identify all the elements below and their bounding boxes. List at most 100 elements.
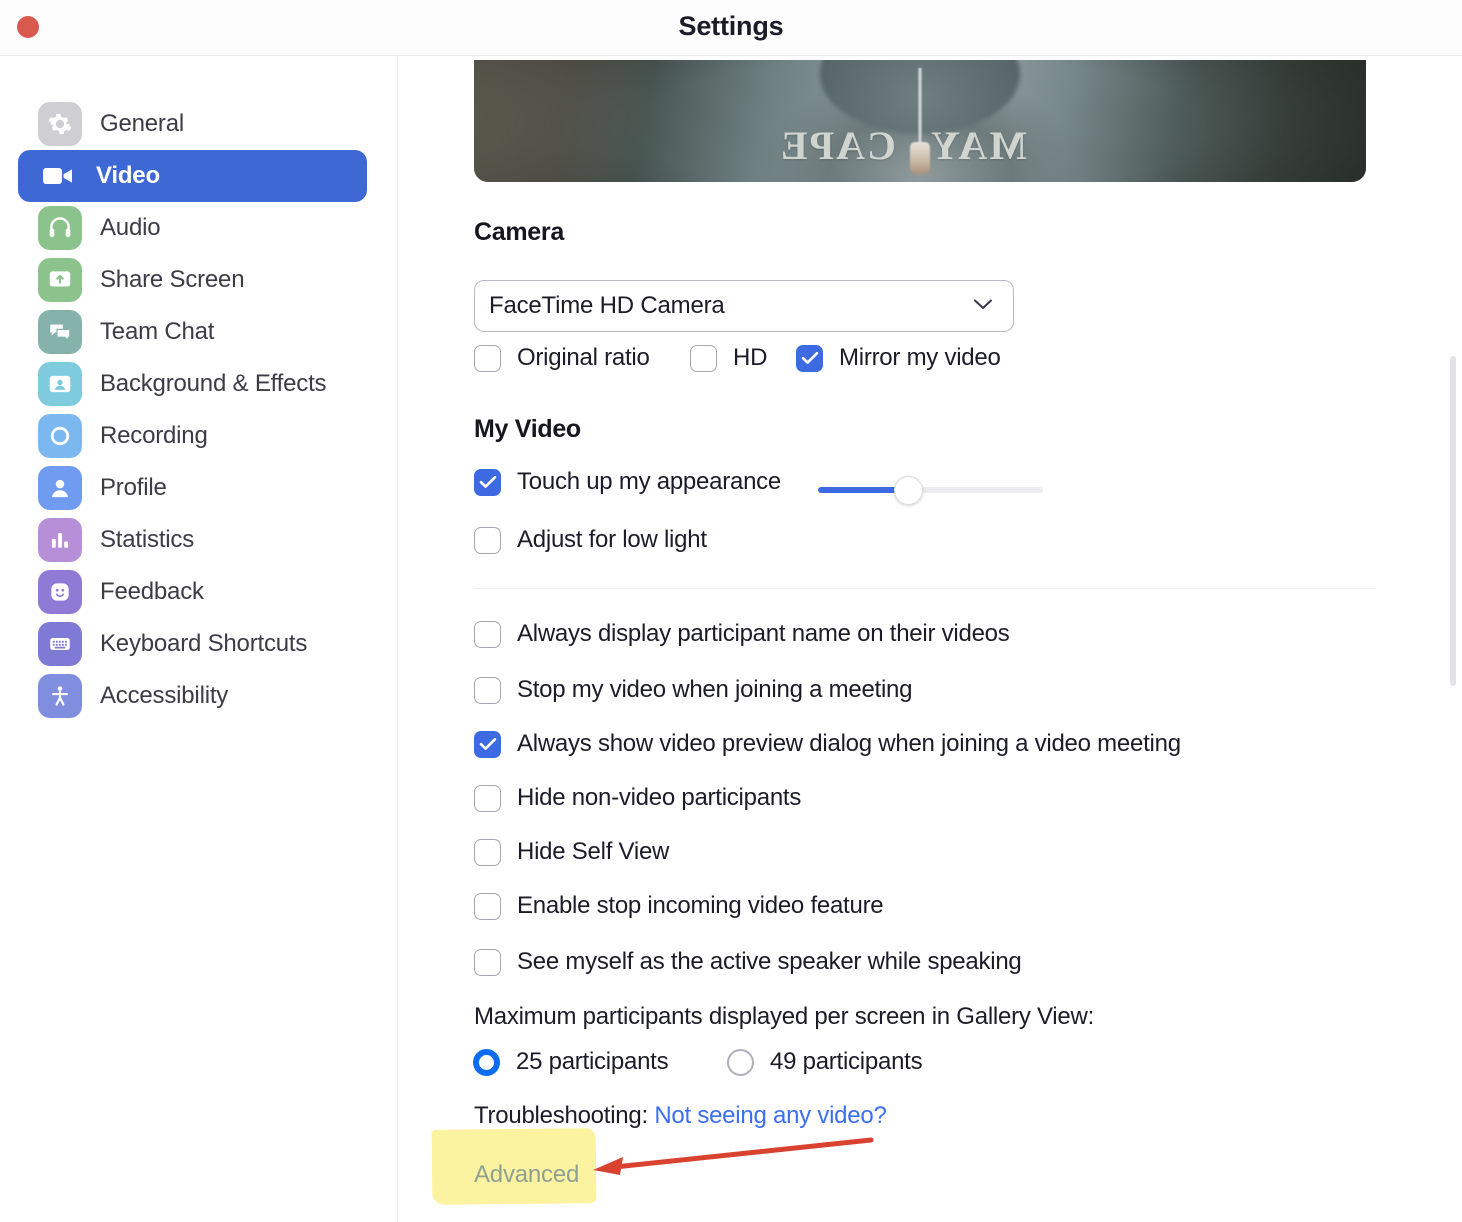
gallery-view-label: Maximum participants displayed per scree… xyxy=(474,1003,1094,1030)
checkbox-box[interactable] xyxy=(474,526,501,554)
sidebar-item-label: Profile xyxy=(100,474,167,501)
title-bar: Settings xyxy=(0,0,1462,56)
sidebar-item-feedback[interactable]: Feedback xyxy=(18,566,367,618)
gear-icon xyxy=(38,102,82,146)
checkbox-label: Touch up my appearance xyxy=(517,468,782,495)
checkbox-stop-video-joining[interactable]: Stop my video when joining a meeting xyxy=(474,676,913,704)
sidebar-item-share-screen[interactable]: Share Screen xyxy=(18,254,367,306)
sidebar-item-background-effects[interactable]: Background & Effects xyxy=(18,358,367,410)
sidebar-item-label: Team Chat xyxy=(100,318,215,345)
checkbox-label: HD xyxy=(733,344,768,371)
section-divider xyxy=(474,588,1375,589)
checkbox-original-ratio[interactable]: Original ratio xyxy=(474,344,650,372)
checkbox-hide-self-view[interactable]: Hide Self View xyxy=(474,838,669,866)
camera-select[interactable]: FaceTime HD Camera xyxy=(474,280,1014,332)
checkbox-label: Always display participant name on their… xyxy=(517,620,1010,647)
person-icon xyxy=(38,466,82,510)
video-self-preview: CAPE MAY xyxy=(474,60,1366,182)
radio-button[interactable] xyxy=(727,1048,754,1076)
checkbox-label: Original ratio xyxy=(517,344,650,371)
panel-scrollbar[interactable] xyxy=(1450,56,1456,1222)
radio-label: 25 participants xyxy=(516,1048,669,1075)
sidebar-item-label: Video xyxy=(96,162,160,189)
sidebar-item-keyboard-shortcuts[interactable]: Keyboard Shortcuts xyxy=(18,618,367,670)
checkbox-enable-stop-incoming-video[interactable]: Enable stop incoming video feature xyxy=(474,892,884,920)
window-title: Settings xyxy=(678,11,784,41)
troubleshooting-label: Troubleshooting: xyxy=(474,1102,648,1129)
chat-bubbles-icon xyxy=(38,310,82,354)
checkbox-box[interactable] xyxy=(474,344,501,372)
settings-sidebar: General Video Audio Share Screen Team Ch xyxy=(0,56,398,1222)
advanced-button[interactable]: Advanced xyxy=(474,1161,579,1189)
sidebar-item-label: Recording xyxy=(100,422,208,449)
record-circle-icon xyxy=(38,414,82,458)
sidebar-item-general[interactable]: General xyxy=(18,98,367,150)
sidebar-item-team-chat[interactable]: Team Chat xyxy=(18,306,367,358)
headphones-icon xyxy=(38,206,82,250)
sidebar-item-profile[interactable]: Profile xyxy=(18,462,367,514)
video-camera-icon xyxy=(38,154,78,198)
checkbox-box[interactable] xyxy=(474,676,501,704)
chevron-down-icon xyxy=(973,298,993,316)
checkbox-box[interactable] xyxy=(474,892,501,920)
sidebar-item-label: Audio xyxy=(100,214,161,241)
share-screen-icon xyxy=(38,258,82,302)
checkbox-box[interactable] xyxy=(690,344,717,372)
checkbox-label: See myself as the active speaker while s… xyxy=(517,948,1022,975)
checkbox-box[interactable] xyxy=(474,468,501,496)
checkbox-hd[interactable]: HD xyxy=(690,344,767,372)
preview-vignette xyxy=(474,60,1366,182)
checkbox-label: Hide Self View xyxy=(517,838,670,865)
checkbox-box[interactable] xyxy=(474,784,501,812)
sidebar-item-accessibility[interactable]: Accessibility xyxy=(18,670,367,722)
smiley-icon xyxy=(38,570,82,614)
checkbox-label: Hide non-video participants xyxy=(517,784,802,811)
sidebar-item-audio[interactable]: Audio xyxy=(18,202,367,254)
settings-window: Settings General Video Audio Share Scree… xyxy=(0,0,1462,1222)
camera-heading: Camera xyxy=(474,218,564,246)
touch-up-slider[interactable] xyxy=(818,476,1043,505)
keyboard-icon xyxy=(38,622,82,666)
radio-button[interactable] xyxy=(473,1048,500,1076)
checkbox-touch-up-appearance[interactable]: Touch up my appearance xyxy=(474,468,781,496)
video-settings-panel: CAPE MAY Camera FaceTime HD Camera Origi… xyxy=(399,56,1462,1222)
annotation-arrow xyxy=(593,1137,874,1175)
checkbox-hide-non-video-participants[interactable]: Hide non-video participants xyxy=(474,784,801,812)
checkbox-box[interactable] xyxy=(796,344,823,372)
sidebar-item-label: Accessibility xyxy=(100,682,229,709)
checkbox-label: Stop my video when joining a meeting xyxy=(517,676,913,703)
checkbox-box[interactable] xyxy=(474,948,501,976)
sidebar-item-recording[interactable]: Recording xyxy=(18,410,367,462)
checkbox-always-display-name[interactable]: Always display participant name on their… xyxy=(474,620,1010,648)
slider-thumb[interactable] xyxy=(894,476,923,505)
checkbox-label: Mirror my video xyxy=(839,344,1001,371)
not-seeing-video-link[interactable]: Not seeing any video? xyxy=(654,1102,887,1129)
radio-label: 49 participants xyxy=(770,1048,923,1075)
checkbox-label: Enable stop incoming video feature xyxy=(517,892,884,919)
sidebar-item-label: Feedback xyxy=(100,578,204,605)
checkbox-box[interactable] xyxy=(474,838,501,866)
sidebar-item-statistics[interactable]: Statistics xyxy=(18,514,367,566)
sidebar-item-label: General xyxy=(100,110,184,137)
bar-chart-icon xyxy=(38,518,82,562)
scrollbar-thumb[interactable] xyxy=(1450,356,1456,686)
checkbox-label: Adjust for low light xyxy=(517,526,707,553)
sidebar-item-label: Statistics xyxy=(100,526,195,553)
checkbox-see-myself-active-speaker[interactable]: See myself as the active speaker while s… xyxy=(474,948,1022,976)
checkbox-box[interactable] xyxy=(474,620,501,648)
accessibility-icon xyxy=(38,674,82,718)
checkbox-always-show-preview[interactable]: Always show video preview dialog when jo… xyxy=(474,730,1181,758)
checkbox-box[interactable] xyxy=(474,730,501,758)
checkbox-adjust-low-light[interactable]: Adjust for low light xyxy=(474,526,707,554)
radio-49-participants[interactable]: 49 participants xyxy=(727,1048,923,1076)
sidebar-item-label: Keyboard Shortcuts xyxy=(100,630,308,657)
sidebar-item-video[interactable]: Video xyxy=(18,150,367,202)
checkbox-label: Always show video preview dialog when jo… xyxy=(517,730,1181,757)
troubleshooting-row: Troubleshooting: Not seeing any video? xyxy=(474,1102,887,1130)
camera-select-value: FaceTime HD Camera xyxy=(489,292,725,319)
sidebar-item-label: Share Screen xyxy=(100,266,245,293)
radio-25-participants[interactable]: 25 participants xyxy=(473,1048,669,1076)
checkbox-mirror-my-video[interactable]: Mirror my video xyxy=(796,344,1001,372)
person-frame-icon xyxy=(38,362,82,406)
sidebar-item-label: Background & Effects xyxy=(100,370,327,397)
